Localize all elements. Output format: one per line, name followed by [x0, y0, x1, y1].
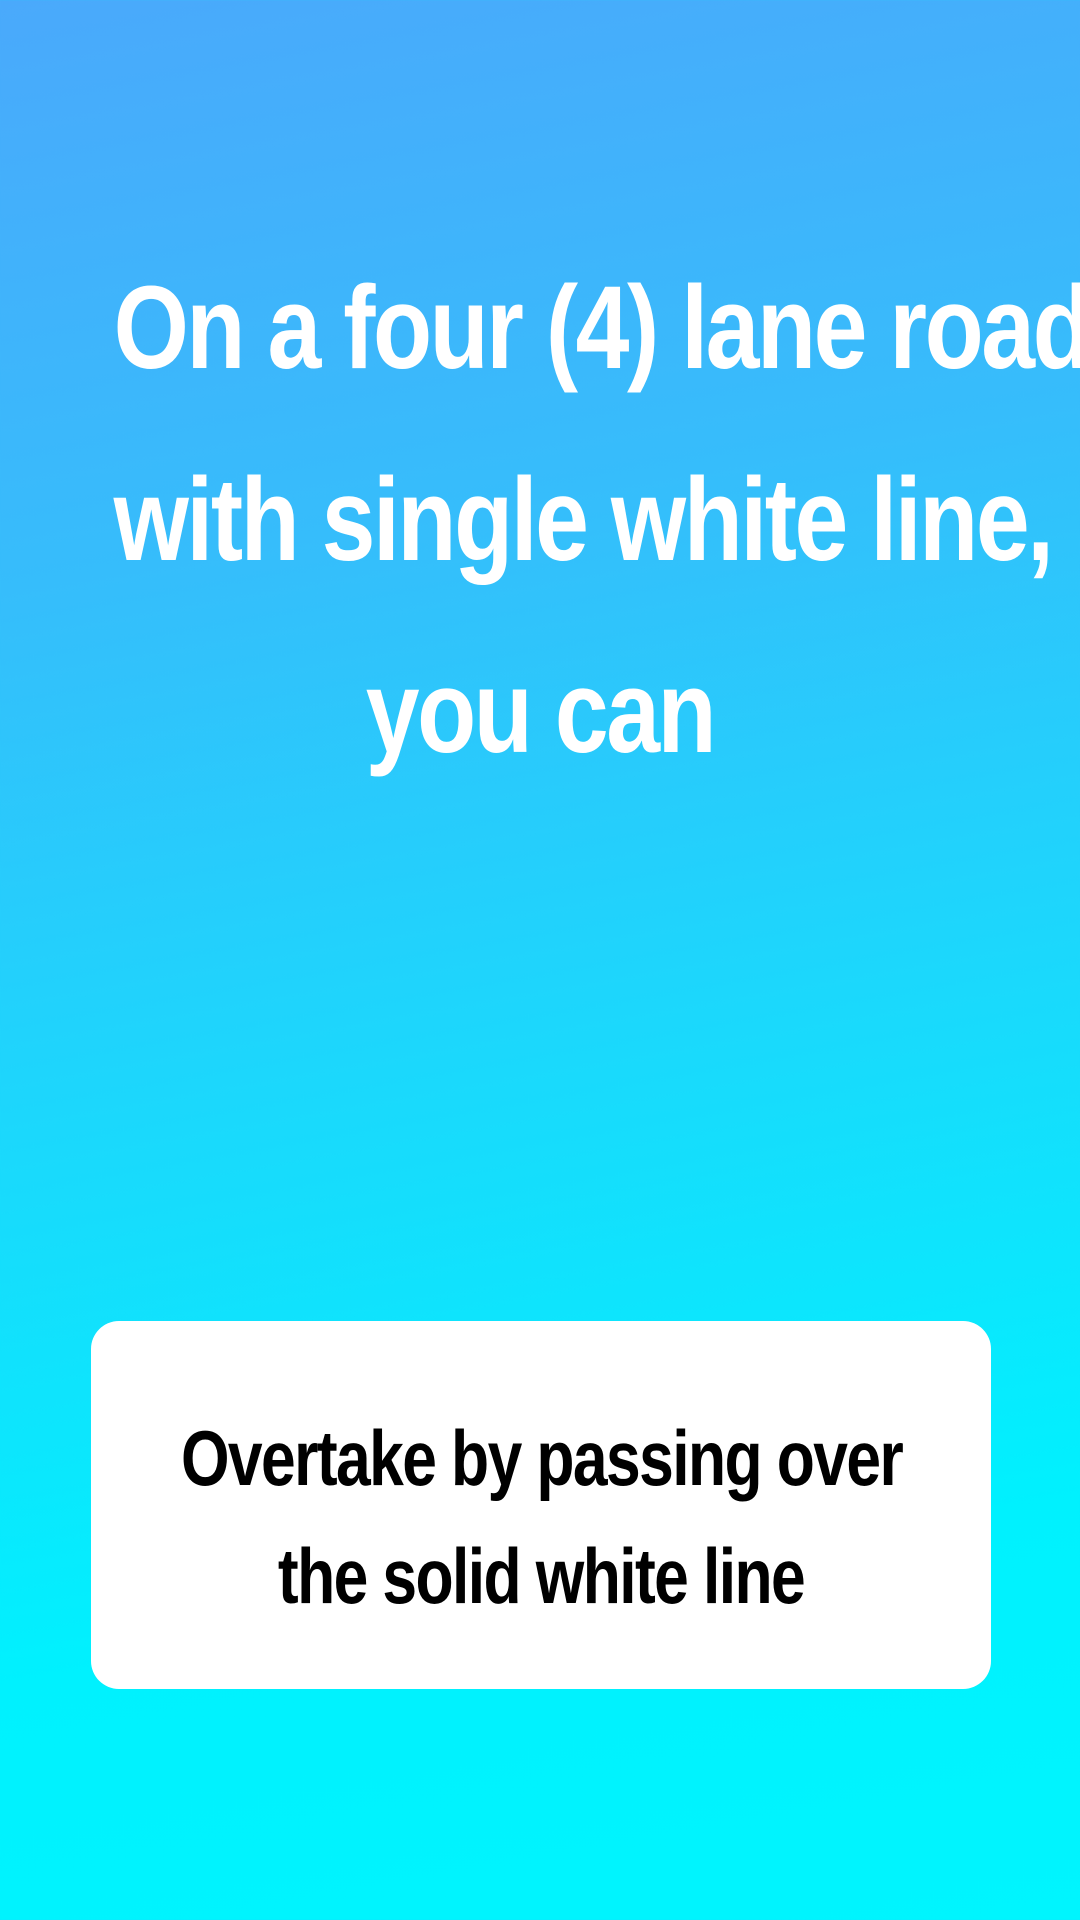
quiz-screen: { "question": { "lines": [ "On a four (4…: [0, 0, 1080, 1920]
answer-option-card[interactable]: Overtake by passing over the solid white…: [91, 1321, 991, 1689]
question-line-3: you can: [365, 646, 717, 778]
question-text: On a four (4) lane road with single whit…: [113, 232, 1080, 808]
answer-line-1: Overtake by passing over: [181, 1414, 904, 1502]
question-line-2: with single white line,: [113, 454, 1054, 586]
question-line-1: On a four (4) lane road: [113, 262, 1080, 394]
answer-option-text: Overtake by passing over the solid white…: [181, 1399, 904, 1635]
answer-line-2: the solid white line: [277, 1532, 806, 1620]
